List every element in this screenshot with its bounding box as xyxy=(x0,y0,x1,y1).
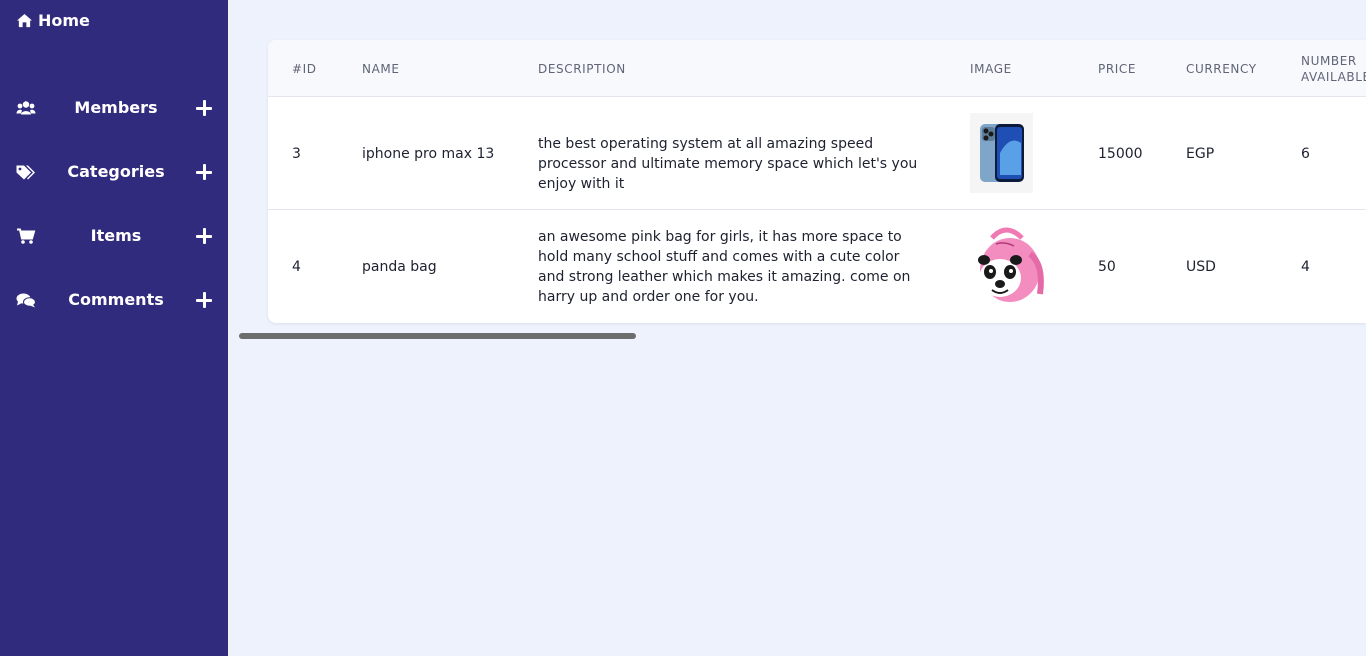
home-link[interactable]: Home xyxy=(16,10,90,30)
sidebar-item-label: Items xyxy=(90,226,142,245)
add-category-icon[interactable] xyxy=(196,164,212,180)
cell-id: 3 xyxy=(292,146,301,162)
cell-description: an awesome pink bag for girls, it has mo… xyxy=(538,229,911,305)
cell-description: the best operating system at all amazing… xyxy=(538,136,918,192)
sidebar-item-label: Comments xyxy=(68,290,164,309)
cell-number-available: 6 xyxy=(1301,146,1310,162)
comments-icon xyxy=(16,291,36,309)
cell-price: 15000 xyxy=(1098,146,1143,162)
header-description: DESCRIPTION xyxy=(538,62,626,76)
cell-currency: EGP xyxy=(1186,146,1215,162)
sidebar-item-items[interactable]: Items xyxy=(0,221,228,251)
home-label: Home xyxy=(38,10,90,30)
horizontal-scrollbar[interactable] xyxy=(239,333,636,339)
home-icon xyxy=(17,13,32,27)
iphone-image xyxy=(970,113,1033,193)
header-number-available: NUMBER AVAILABLE xyxy=(1301,54,1366,84)
sidebar-item-label: Categories xyxy=(67,162,165,181)
cell-price: 50 xyxy=(1098,259,1116,275)
header-name: NAME xyxy=(362,62,400,76)
cart-icon xyxy=(16,227,36,245)
table-row[interactable]: 4 panda bag an awesome pink bag for girl… xyxy=(268,210,1366,323)
cell-name: panda bag xyxy=(362,259,437,275)
sidebar-item-members[interactable]: Members xyxy=(0,93,228,123)
add-item-icon[interactable] xyxy=(196,228,212,244)
cell-currency: USD xyxy=(1186,259,1216,275)
add-member-icon[interactable] xyxy=(196,100,212,116)
main-content: #ID NAME DESCRIPTION IMAGE PRICE CURRENC… xyxy=(228,0,1366,656)
tags-icon xyxy=(16,163,36,181)
items-table: #ID NAME DESCRIPTION IMAGE PRICE CURRENC… xyxy=(268,40,1366,323)
users-icon xyxy=(16,99,36,117)
cell-name: iphone pro max 13 xyxy=(362,146,495,162)
header-id: #ID xyxy=(292,62,317,76)
cell-id: 4 xyxy=(292,259,301,275)
panda-bag-image xyxy=(970,224,1046,304)
header-currency: CURRENCY xyxy=(1186,62,1257,76)
table-header: #ID NAME DESCRIPTION IMAGE PRICE CURRENC… xyxy=(268,40,1366,97)
header-price: PRICE xyxy=(1098,62,1137,76)
sidebar-item-label: Members xyxy=(74,98,158,117)
table-row[interactable]: 3 iphone pro max 13 the best operating s… xyxy=(268,97,1366,210)
sidebar: Home Members Categories Items Comments xyxy=(0,0,228,656)
sidebar-item-comments[interactable]: Comments xyxy=(0,285,228,315)
cell-number-available: 4 xyxy=(1301,259,1310,275)
sidebar-item-categories[interactable]: Categories xyxy=(0,157,228,187)
add-comment-icon[interactable] xyxy=(196,292,212,308)
header-image: IMAGE xyxy=(970,62,1012,76)
